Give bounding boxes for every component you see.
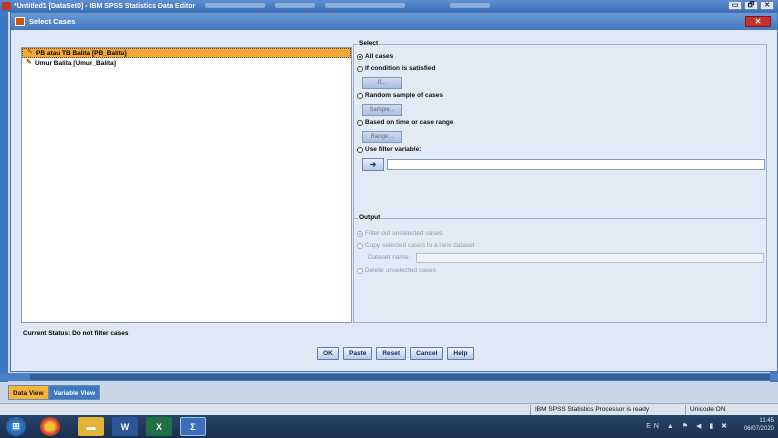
dataset-name-field[interactable] [416, 253, 764, 263]
file-explorer-icon[interactable]: ▬ [78, 417, 104, 436]
if-condition-label: If condition is satisfied [365, 65, 436, 72]
tab-data-view[interactable]: Data View [8, 385, 49, 400]
delete-unselected-radio[interactable]: Delete unselected cases [357, 267, 436, 274]
system-tray-icons[interactable]: EN ▲ ⚑ ◀ ▮ ✖ [646, 422, 730, 430]
start-button-icon[interactable]: ⊞ [6, 417, 26, 436]
outer-window-controls: ▭ 🗗 ✕ [728, 1, 774, 10]
chrome-icon[interactable] [40, 417, 60, 436]
horizontal-scrollbar[interactable] [0, 373, 778, 381]
radio-icon [357, 242, 363, 249]
variable-item[interactable]: ✎ PB atau TB Balita [PB_Balita] [22, 48, 351, 58]
scale-variable-icon: ✎ [26, 59, 32, 66]
paste-button[interactable]: Paste [343, 347, 373, 360]
select-cases-dialog: Select Cases ✕ ✎ PB atau TB Balita [PB_B… [10, 12, 778, 372]
menu-blur-1 [205, 3, 265, 8]
radio-icon [357, 92, 363, 99]
ok-button[interactable]: OK [317, 347, 339, 360]
variable-label: PB atau TB Balita [PB_Balita] [36, 49, 127, 57]
processor-status: IBM SPSS Statistics Processor is ready [530, 405, 660, 415]
restore-button[interactable]: 🗗 [744, 1, 758, 10]
close-window-button[interactable]: ✕ [760, 1, 774, 10]
clock-date: 06/07/2020 [743, 426, 774, 432]
radio-icon [357, 65, 363, 72]
reset-button[interactable]: Reset [376, 347, 407, 360]
variable-label: Umur Balita [Umur_Balita] [35, 59, 116, 67]
windows-taskbar: ⊞ ▬ W X Σ EN ▲ ⚑ ◀ ▮ ✖ 11:45 06/07/2020 [0, 415, 778, 438]
help-button[interactable]: Help [447, 347, 474, 360]
random-sample-radio[interactable]: Random sample of cases [357, 92, 443, 99]
scale-variable-icon: ✎ [27, 49, 33, 56]
select-group: Select All cases If condition is satisfi… [353, 40, 767, 219]
based-on-time-radio[interactable]: Based on time or case range [357, 119, 454, 126]
delete-unselected-label: Delete unselected cases [365, 267, 436, 274]
copy-selected-label: Copy selected cases to a new dataset [365, 242, 475, 249]
radio-icon [357, 146, 363, 153]
dialog-titlebar[interactable]: Select Cases ✕ [11, 13, 777, 30]
current-status-text: Current Status: Do not filter cases [23, 330, 129, 337]
use-filter-label: Use filter variable: [365, 146, 422, 153]
filter-out-radio[interactable]: Filter out unselected cases [357, 230, 442, 237]
view-tabs: Data View Variable View [8, 385, 101, 400]
unicode-status: Unicode:ON [685, 405, 745, 415]
radio-icon [357, 119, 363, 126]
all-cases-label: All cases [365, 53, 394, 60]
status-bar: IBM SPSS Statistics Processor is ready U… [0, 403, 778, 415]
variable-item[interactable]: ✎ Umur Balita [Umur_Balita] [22, 58, 351, 68]
menu-blur-3 [325, 3, 405, 8]
random-sample-label: Random sample of cases [365, 92, 444, 99]
tray-language: EN [646, 423, 662, 430]
clock[interactable]: 11:45 06/07/2020 [744, 417, 774, 433]
dataset-name-label: Dataset name: [368, 254, 411, 261]
radio-checked-icon [357, 53, 363, 60]
variable-list[interactable]: ✎ PB atau TB Balita [PB_Balita] ✎ Umur B… [21, 47, 352, 323]
dialog-close-button[interactable]: ✕ [745, 16, 771, 27]
output-group-title: Output [358, 214, 382, 221]
cancel-button[interactable]: Cancel [410, 347, 444, 360]
menu-blur-2 [275, 3, 315, 8]
sample-button[interactable]: Sample... [362, 104, 402, 116]
radio-icon [357, 267, 363, 274]
select-group-title: Select [358, 40, 380, 47]
dialog-title: Select Cases [29, 17, 76, 26]
tab-variable-view[interactable]: Variable View [48, 385, 101, 400]
select-cases-icon [15, 17, 25, 26]
word-icon[interactable]: W [112, 417, 138, 436]
output-group: Output Filter out unselected cases Copy … [353, 214, 767, 323]
copy-selected-radio[interactable]: Copy selected cases to a new dataset [357, 242, 474, 249]
minimize-button[interactable]: ▭ [728, 1, 742, 10]
radio-checked-icon [357, 230, 363, 237]
spss-app-icon [2, 2, 11, 10]
menu-blur-4 [450, 3, 490, 8]
data-editor-left-edge [0, 12, 8, 382]
dialog-button-row: OK Paste Reset Cancel Help [317, 347, 474, 360]
based-on-time-label: Based on time or case range [365, 119, 454, 126]
if-condition-radio[interactable]: If condition is satisfied [357, 65, 435, 72]
all-cases-radio[interactable]: All cases [357, 53, 393, 60]
range-button[interactable]: Range... [362, 131, 402, 143]
move-arrow-button[interactable]: ➜ [362, 158, 384, 171]
outer-window-title: *Untitled1 [DataSet0] - IBM SPSS Statist… [14, 2, 196, 10]
clock-time: 11:45 [759, 418, 774, 424]
use-filter-radio[interactable]: Use filter variable: [357, 146, 421, 153]
outer-window-titlebar: *Untitled1 [DataSet0] - IBM SPSS Statist… [0, 0, 778, 12]
if-button[interactable]: If... [362, 77, 402, 89]
spss-taskbar-icon[interactable]: Σ [180, 417, 206, 436]
scrollbar-thumb[interactable] [30, 374, 770, 380]
excel-icon[interactable]: X [146, 417, 172, 436]
filter-out-label: Filter out unselected cases [365, 230, 443, 237]
filter-variable-field[interactable] [387, 159, 765, 170]
